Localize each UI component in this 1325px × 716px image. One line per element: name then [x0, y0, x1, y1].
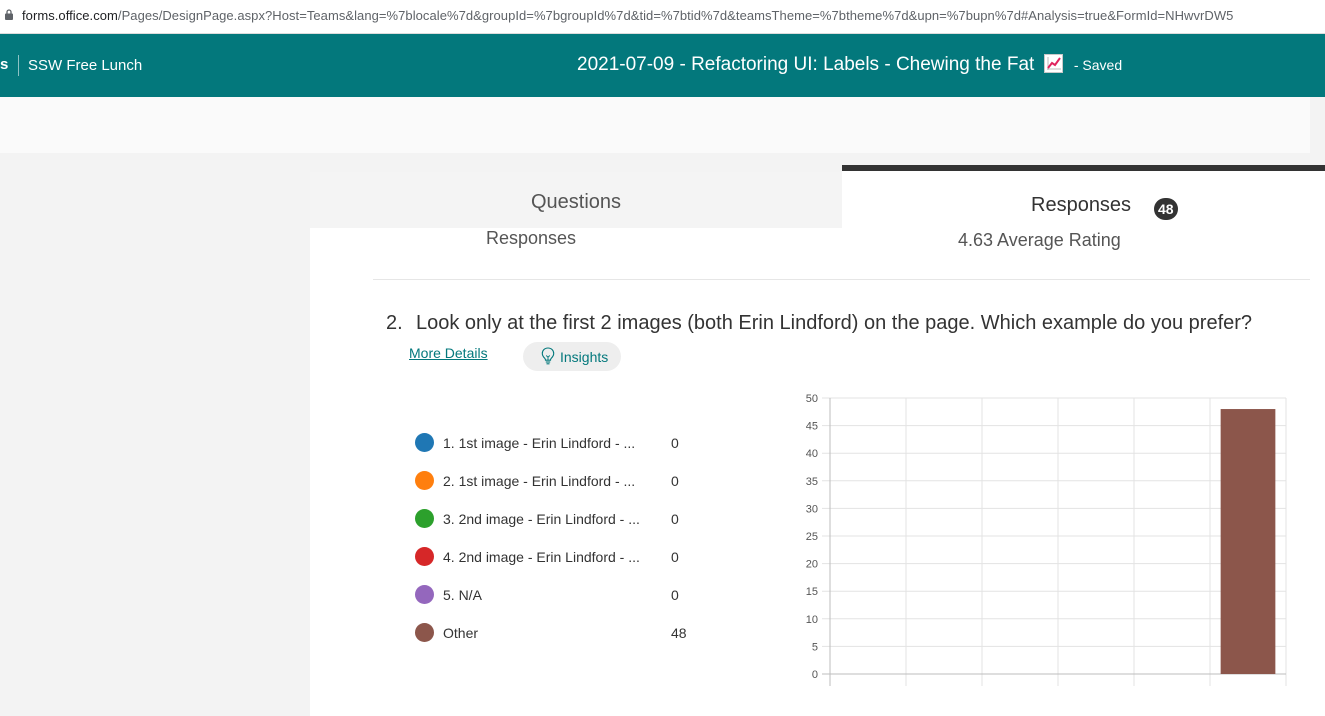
tab-responses[interactable]: Responses 48	[842, 165, 1325, 228]
insights-label: Insights	[560, 349, 609, 365]
save-status: - Saved	[1073, 57, 1123, 73]
bar	[1220, 409, 1276, 674]
y-tick-label: 10	[806, 614, 818, 626]
form-header: s SSW Free Lunch 2021-07-09 - Refactorin…	[0, 34, 1325, 97]
more-details-link[interactable]: More Details	[409, 345, 488, 361]
lock-icon	[5, 9, 13, 20]
legend-color-dot	[415, 623, 434, 642]
summary-divider	[373, 279, 1310, 280]
tab-responses-label: Responses	[1031, 194, 1132, 216]
legend-option-label: 3. 2nd image - Erin Lindford - ...	[443, 511, 640, 527]
url-path: /Pages/DesignPage.aspx?Host=Teams&lang=%…	[117, 8, 1234, 23]
lightbulb-icon	[541, 347, 555, 365]
legend-option-label: 1. 1st image - Erin Lindford - ...	[443, 435, 636, 451]
legend-color-dot	[415, 433, 434, 452]
legend-option-count: 0	[671, 473, 679, 489]
chart-increasing-icon	[1043, 54, 1063, 73]
y-tick-label: 15	[806, 586, 818, 598]
question-number: 2.	[386, 312, 403, 334]
y-tick-label: 25	[806, 531, 818, 543]
responses-count-badge: 48	[1154, 198, 1178, 220]
insights-button[interactable]: Insights	[523, 342, 621, 371]
legend-option-count: 0	[671, 511, 679, 527]
form-title[interactable]: 2021-07-09 - Refactoring UI: Labels - Ch…	[577, 54, 1034, 75]
responses-bar-chart: 0 5 10 15 20 25 30 35 40 45 50	[806, 393, 1287, 686]
y-tick-label: 20	[806, 559, 818, 571]
legend-option-label: Other	[443, 625, 479, 641]
group-name[interactable]: SSW Free Lunch	[28, 57, 142, 74]
toolbar-strip	[0, 97, 1310, 153]
y-tick-label: 45	[806, 421, 818, 433]
y-tick-label: 50	[806, 393, 818, 405]
legend-option-count: 0	[671, 587, 679, 603]
y-tick-label: 30	[806, 503, 818, 515]
legend-option-label: 4. 2nd image - Erin Lindford - ...	[443, 549, 640, 565]
legend-option-count: 0	[671, 549, 679, 565]
question-text: Look only at the first 2 images (both Er…	[416, 312, 1253, 334]
tab-questions[interactable]: Questions	[310, 172, 842, 228]
url-text[interactable]: forms.office.com/Pages/DesignPage.aspx?H…	[22, 8, 1233, 23]
header-divider	[18, 55, 19, 76]
y-tick-label: 0	[812, 669, 818, 681]
average-rating: 4.63 Average Rating	[958, 230, 1121, 250]
legend-color-dot	[415, 585, 434, 604]
legend-option-label: 5. N/A	[443, 587, 482, 603]
url-host: forms.office.com	[22, 8, 118, 23]
legend-color-dot	[415, 471, 434, 490]
legend-color-dot	[415, 547, 434, 566]
y-tick-label: 35	[806, 476, 818, 488]
tab-questions-label: Questions	[530, 191, 622, 213]
app-name-fragment[interactable]: s	[0, 56, 8, 73]
legend-option-label: 2. 1st image - Erin Lindford - ...	[443, 473, 636, 489]
summary-responses-label: Responses	[486, 228, 577, 248]
legend-option-count: 48	[671, 625, 687, 641]
address-bar[interactable]: forms.office.com/Pages/DesignPage.aspx?H…	[0, 0, 1325, 34]
legend-option-count: 0	[671, 435, 679, 451]
y-tick-label: 40	[806, 448, 818, 460]
y-tick-label: 5	[812, 641, 818, 653]
form-title-area: 2021-07-09 - Refactoring UI: Labels - Ch…	[577, 54, 1122, 76]
legend-color-dot	[415, 509, 434, 528]
